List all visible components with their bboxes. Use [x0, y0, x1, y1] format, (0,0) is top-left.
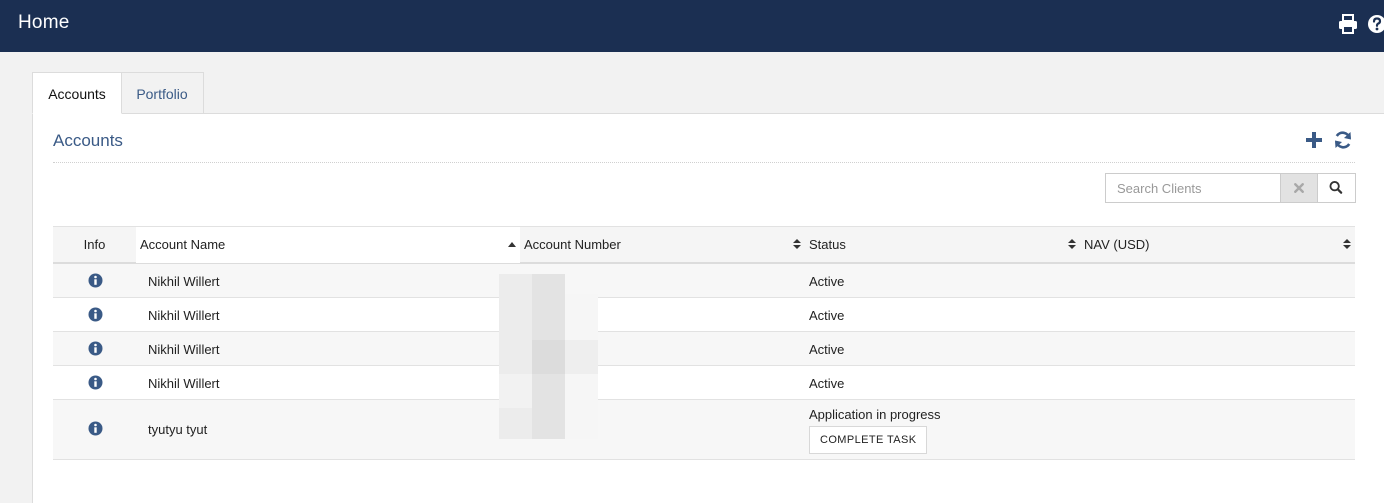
table-row: tyutyu tyut Application in progress COMP…: [53, 400, 1355, 460]
account-name-cell: tyutyu tyut: [148, 422, 208, 437]
top-bar: Home: [0, 0, 1384, 52]
accounts-panel: Accounts Info Account Name: [32, 113, 1384, 503]
refresh-icon[interactable]: [1332, 129, 1354, 151]
clear-search-button[interactable]: [1280, 173, 1318, 203]
sort-icon: [1068, 239, 1076, 249]
table-row: Nikhil Willert Active: [53, 366, 1355, 400]
print-icon[interactable]: [1337, 13, 1359, 35]
complete-task-button[interactable]: COMPLETE TASK: [809, 426, 928, 454]
search-icon: [1329, 181, 1343, 194]
search-input[interactable]: [1105, 173, 1281, 203]
clear-icon: [1294, 183, 1304, 193]
column-header-label: Account Name: [140, 237, 226, 252]
tab-accounts[interactable]: Accounts: [32, 72, 122, 114]
column-header-account-number[interactable]: Account Number: [520, 227, 805, 263]
account-name-cell: Nikhil Willert: [148, 342, 220, 357]
section-title: Accounts: [53, 131, 123, 150]
status-cell: Active: [809, 274, 845, 289]
status-cell: Application in progress: [809, 407, 941, 422]
search-group: [1105, 173, 1356, 203]
help-icon[interactable]: [1366, 13, 1384, 35]
column-header-status[interactable]: Status: [805, 227, 1080, 263]
column-header-label: Account Number: [524, 237, 621, 252]
info-icon[interactable]: [88, 341, 103, 356]
table-row: Nikhil Willert Active: [53, 264, 1355, 298]
column-header-info: Info: [83, 237, 106, 252]
page-title: Home: [18, 12, 70, 33]
section-divider: [53, 162, 1355, 163]
column-header-label: Status: [809, 237, 846, 252]
account-name-cell: Nikhil Willert: [148, 274, 220, 289]
search-button[interactable]: [1317, 173, 1356, 203]
status-cell: Active: [809, 308, 845, 323]
table-row: Nikhil Willert Active: [53, 298, 1355, 332]
sort-ascending-icon: [508, 242, 516, 247]
info-icon[interactable]: [88, 375, 103, 390]
sort-icon: [793, 239, 801, 249]
account-name-cell: Nikhil Willert: [148, 376, 220, 391]
table-header: Info Account Name Account Number Status …: [53, 226, 1355, 264]
info-icon[interactable]: [88, 307, 103, 322]
table-row: Nikhil Willert Active: [53, 332, 1355, 366]
column-header-label: NAV (USD): [1084, 237, 1150, 252]
redacted-account-numbers: [499, 274, 603, 439]
plus-icon[interactable]: [1303, 129, 1325, 151]
info-icon[interactable]: [88, 421, 103, 436]
status-cell: Active: [809, 376, 845, 391]
account-name-cell: Nikhil Willert: [148, 308, 220, 323]
info-icon[interactable]: [88, 273, 103, 288]
column-header-nav[interactable]: NAV (USD): [1080, 227, 1355, 263]
status-cell: Active: [809, 342, 845, 357]
column-header-account-name[interactable]: Account Name: [136, 227, 520, 263]
accounts-table: Info Account Name Account Number Status …: [53, 226, 1355, 460]
tab-portfolio[interactable]: Portfolio: [121, 72, 204, 114]
sort-icon: [1343, 239, 1351, 249]
